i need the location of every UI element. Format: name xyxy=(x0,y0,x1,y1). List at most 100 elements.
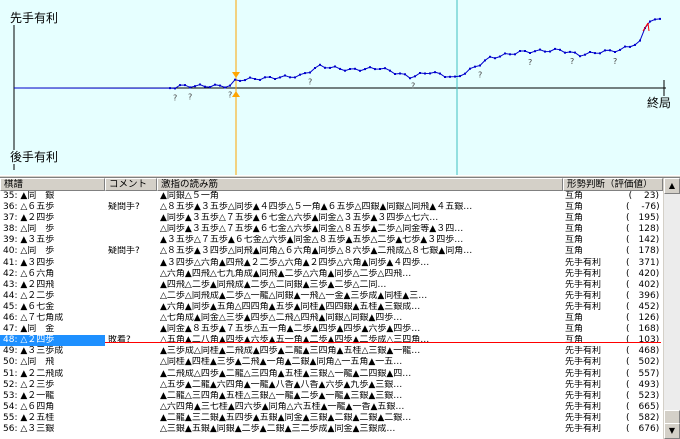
move-cell: 42: △６六角 xyxy=(3,268,55,279)
comment-cell: 疑問手? xyxy=(108,202,140,213)
evaluation-point xyxy=(179,84,181,87)
reading-line-cell: △七角成▲同金△三歩▲四歩△二飛△四飛▲同銀△同銀▲四歩… xyxy=(160,313,403,324)
evaluation-point xyxy=(509,53,511,56)
evaluation-point xyxy=(594,52,596,55)
vertical-scrollbar[interactable]: ▲ ▼ xyxy=(663,178,680,439)
list-item[interactable]: 39: ▲３五歩 ▲３五歩△７五歩▲６七金△六歩▲同金△８五歩▲五歩△二歩▲七歩▲… xyxy=(0,235,663,246)
move-cell: 38: △同 歩 xyxy=(3,224,55,235)
list-item[interactable]: 40: △同 歩 疑問手? △８五歩▲３四歩△同飛▲同角△６六角▲同歩△８六歩▲二飛… xyxy=(0,246,663,257)
score-cell: ( 126) xyxy=(626,313,660,324)
list-item[interactable]: 44: △２二歩 △二歩△同飛成▲二歩△一龍△同銀▲一飛△一金▲三歩成▲同桂▲三…… xyxy=(0,291,663,302)
scroll-thumb[interactable] xyxy=(664,410,680,424)
evaluation-point xyxy=(274,78,276,80)
move-cell: 46: △７七角成 xyxy=(3,313,64,324)
comment-cell xyxy=(105,280,157,291)
list-item[interactable]: 45: ▲６七金 ▲六角▲同歩▲五角△四四角▲五歩▲同桂▲四四銀▲五桂▲三銀成… 先… xyxy=(0,302,663,313)
evaluation-point xyxy=(444,76,446,78)
evaluation-point xyxy=(279,76,281,79)
evaluation-point xyxy=(654,18,656,21)
move-cell: 48: △２四歩 xyxy=(0,335,105,347)
header-move[interactable]: 棋譜 xyxy=(0,178,105,191)
list-item[interactable]: 37: ▲２四歩 ▲同歩▲３五歩△７五歩▲６七金△六歩▲同金△３五歩▲３四歩△七六… xyxy=(0,213,663,224)
evaluation-point xyxy=(189,86,191,89)
comment-cell xyxy=(105,424,157,435)
move-cell: 56: △３三銀 xyxy=(3,423,55,434)
list-item[interactable]: 56: △３三銀 △三銀▲五銀▲同銀▲二歩▲二銀▲三二歩成▲同金▲三銀成… 先手有利… xyxy=(0,424,663,435)
list-item[interactable]: 38: △同 歩 △同歩▲３五歩△７五歩▲６七金△六歩▲同金△８五歩▲二歩△同金等… xyxy=(0,224,663,235)
evaluation-point xyxy=(379,68,381,70)
score-cell: ( 142) xyxy=(626,235,660,246)
evaluation-point xyxy=(219,84,221,87)
list-item[interactable]: 48: △２四歩 敗着? △五角▲二八角▲四歩▲六歩▲五一角▲二歩▲四歩▲二歩成△三… xyxy=(0,335,663,347)
evaluation-point xyxy=(249,76,251,79)
evaluation-point xyxy=(329,66,331,69)
evaluation-point xyxy=(459,75,461,78)
reading-line-cell: ▲二飛成△四歩▲二龍△三四角▲五桂▲三銀△一龍▲二四銀▲四… xyxy=(160,368,412,379)
list-item[interactable]: 36: △６五歩 疑問手? △８五歩▲３五歩△同歩▲４四歩△５一角▲６五歩△四銀▲同… xyxy=(0,202,663,213)
scroll-down-button[interactable]: ▼ xyxy=(664,423,680,439)
list-item[interactable]: 41: ▲３四歩 ▲３四歩△六角▲四飛▲２二歩△六角▲２四歩△六角▲同歩▲４四歩…… xyxy=(0,258,663,269)
score-cell: ( 178) xyxy=(626,246,660,257)
list-item[interactable]: 53: ▲２一龍 ▲二龍△三四角▲五桂△三銀△一龍▲二歩▲一龍▲三銀▲三銀… 先手有… xyxy=(0,391,663,402)
move-cell: 40: △同 歩 xyxy=(3,246,55,257)
move-cell: 43: ▲２四飛 xyxy=(3,279,55,290)
evaluation-cell: 先手有利 xyxy=(565,257,602,268)
evaluation-point xyxy=(349,68,351,70)
evaluation-cell: 互角 xyxy=(565,213,584,224)
evaluation-point xyxy=(394,73,396,75)
evaluation-cell: 先手有利 xyxy=(565,368,602,379)
evaluation-point xyxy=(559,48,561,51)
evaluation-point xyxy=(424,72,426,75)
move-cell: 35: ▲同 銀 xyxy=(3,191,55,201)
questionable-move-marker: ? xyxy=(478,71,482,80)
evaluation-cell: 互角 xyxy=(565,324,584,335)
score-cell: ( 452) xyxy=(626,301,660,312)
score-cell: ( 420) xyxy=(626,268,660,279)
reading-line-cell: △六四角▲三七桂▲四六歩▲同角△六五桂▲一龍▲一香▲五銀… xyxy=(160,401,405,412)
score-cell: ( 523) xyxy=(626,390,660,401)
header-evaluation[interactable]: 形勢判断（評価値） xyxy=(563,178,663,191)
evaluation-point xyxy=(304,72,306,75)
evaluation-point xyxy=(634,43,636,46)
move-cell: 51: ▲２二飛成 xyxy=(3,368,64,379)
header-comment[interactable]: コメント xyxy=(105,178,157,191)
list-item[interactable]: 47: ▲同 金 ▲同金▲８五歩▲７五歩△五一角▲二歩▲四歩▲四歩▲六歩▲四歩… 互… xyxy=(0,324,663,335)
header-reading-line[interactable]: 激指の読み筋 xyxy=(157,178,563,191)
sente-advantage-label: 先手有利 xyxy=(8,11,61,25)
list-item[interactable]: 42: △６六角 △六角▲四飛△七九角成▲同飛▲二歩△六角▲同歩△二歩△四飛… 先手… xyxy=(0,269,663,280)
list-item[interactable]: 43: ▲２四飛 ▲四飛△二歩▲同飛成▲二歩△二同銀▲三歩▲二歩△二同… 先手有利 (… xyxy=(0,280,663,291)
list-item[interactable]: 46: △７七角成 △七角成▲同金△三歩▲四歩△二飛△四飛▲同銀△同銀▲四歩… 互角… xyxy=(0,313,663,324)
score-cell: ( 557) xyxy=(626,368,660,379)
reading-line-cell: ▲六角▲同歩▲五角△四四角▲五歩▲同桂▲四四銀▲五桂▲三銀成… xyxy=(160,301,421,312)
evaluation-point xyxy=(449,75,451,78)
evaluation-point xyxy=(409,77,411,80)
reading-line-cell: △五角▲二八角▲四歩▲六歩▲五一角▲二歩▲四歩▲二歩成△三四角… xyxy=(160,335,430,346)
evaluation-cell: 先手有利 xyxy=(565,357,602,368)
evaluation-graph-svg: ????????? xyxy=(13,0,666,175)
evaluation-point xyxy=(259,78,261,81)
evaluation-point xyxy=(354,67,356,70)
evaluation-point xyxy=(554,47,556,50)
evaluation-point xyxy=(229,84,231,87)
move-analysis-list[interactable]: 棋譜 コメント 激指の読み筋 形勢判断（評価値） 35: ▲同 銀 ▲同銀△５一角… xyxy=(0,178,680,439)
list-item[interactable]: 51: ▲２二飛成 ▲二飛成△四歩▲二龍△三四角▲五桂▲三銀△一龍▲二四銀▲四… 先… xyxy=(0,369,663,380)
evaluation-point xyxy=(344,69,346,72)
list-item[interactable]: 55: ▲２五桂 ▲二龍▲三二銀▲五四歩▲五銀▲同金▲三銀▲二銀▲二銀▲二銀… 先手… xyxy=(0,413,663,424)
evaluation-point xyxy=(194,85,196,88)
evaluation-point xyxy=(254,78,256,80)
list-item[interactable]: 52: △２三歩 △五歩▲二龍▲六四角▲一龍▲八香▲八香▲六歩▲九歩▲三銀… 先手有… xyxy=(0,380,663,391)
evaluation-cell: 先手有利 xyxy=(565,279,602,290)
evaluation-cell: 先手有利 xyxy=(565,401,602,412)
list-item[interactable]: 50: △同 飛 △同桂▲四桂▲三歩▲二飛▲一角▲二銀▲同角△一五角▲一五… 先手有… xyxy=(0,357,663,368)
list-item[interactable]: 35: ▲同 銀 ▲同銀△５一角 互角 ( 23) xyxy=(0,191,663,202)
reading-line-cell: △８五歩▲３五歩△同歩▲４四歩△５一角▲６五歩△四銀▲同銀△同飛▲４五銀… xyxy=(160,202,473,213)
evaluation-point xyxy=(414,75,416,78)
move-cell: 36: △６五歩 xyxy=(3,202,55,213)
evaluation-point xyxy=(324,66,326,69)
evaluation-graph[interactable]: ????????? 先手有利 後手有利 終局 xyxy=(0,0,680,175)
evaluation-point xyxy=(289,76,291,79)
reading-line-cell: △五歩▲二龍▲六四角▲一龍▲八香▲八香▲六歩▲九歩▲三銀… xyxy=(160,379,403,390)
list-item[interactable]: 49: ▲３三歩成 ▲三歩成△同桂▲二飛成▲四歩▲二龍▲三四角▲五桂△三銀▲一龍…… xyxy=(0,346,663,357)
list-item[interactable]: 54: △６四角 △六四角▲三七桂▲四六歩▲同角△六五桂▲一龍▲一香▲五銀… 先手有… xyxy=(0,402,663,413)
scroll-up-button[interactable]: ▲ xyxy=(664,178,680,194)
